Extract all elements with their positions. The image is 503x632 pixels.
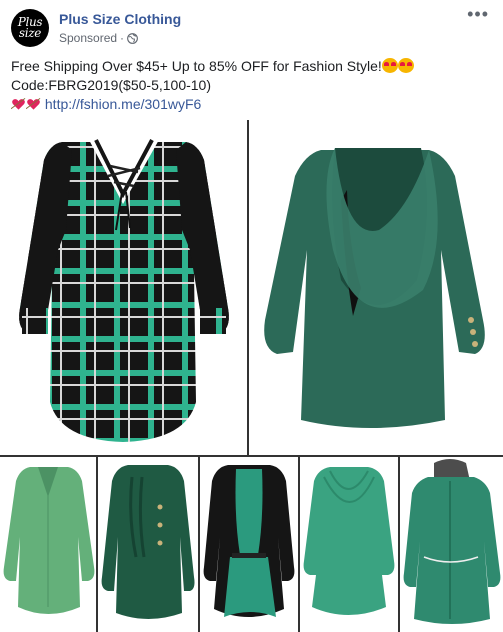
sponsored-label[interactable]: Sponsored <box>59 31 117 45</box>
heart-arrow-emoji-1 <box>11 97 26 110</box>
plaid-top-image <box>19 138 229 442</box>
sponsored-line: Sponsored · <box>59 31 138 45</box>
hooded-coat-image <box>403 459 501 624</box>
gallery-item-plaid-top[interactable] <box>0 120 247 455</box>
post-header: Plus size Plus Size Clothing Sponsored ·… <box>0 0 503 52</box>
post-text-line1: Free Shipping Over $45+ Up to 85% OFF fo… <box>11 57 493 76</box>
gallery-item-layered-top[interactable] <box>200 457 298 632</box>
heart-eyes-emoji-2 <box>397 58 414 73</box>
facebook-post: Plus size Plus Size Clothing Sponsored ·… <box>0 0 503 632</box>
more-options-icon[interactable]: ••• <box>467 5 489 23</box>
post-text: Free Shipping Over $45+ Up to 85% OFF fo… <box>11 57 493 114</box>
layered-top-image <box>203 465 295 617</box>
page-avatar[interactable]: Plus size <box>11 9 49 47</box>
gallery-item-hooded-coat[interactable] <box>400 457 503 632</box>
cross-top-image <box>303 467 395 615</box>
separator-dot: · <box>120 31 125 45</box>
globe-icon <box>127 32 138 44</box>
cable-cardigan-image <box>101 465 195 619</box>
promo-text: Free Shipping Over $45+ Up to 85% OFF fo… <box>11 58 382 74</box>
avatar-logo: Plus size <box>18 16 43 40</box>
gallery-item-sage-blouse[interactable] <box>0 457 96 632</box>
promo-code: Code:FBRG2019($50-5,100-10) <box>11 77 212 93</box>
promo-link[interactable]: http://fshion.me/301wyF6 <box>45 96 201 112</box>
photo-gallery <box>0 120 503 632</box>
drape-top-image <box>264 148 485 428</box>
sage-blouse-image <box>3 467 95 614</box>
post-text-line3: http://fshion.me/301wyF6 <box>11 95 493 114</box>
heart-arrow-emoji-2 <box>26 97 41 110</box>
page-name-link[interactable]: Plus Size Clothing <box>59 11 181 27</box>
heart-eyes-emoji-1 <box>381 58 398 73</box>
avatar-logo-line2: size <box>18 26 42 40</box>
gallery-item-drape-top[interactable] <box>249 120 503 455</box>
gallery-item-cross-top[interactable] <box>300 457 398 632</box>
gallery-item-cable-cardigan[interactable] <box>98 457 198 632</box>
